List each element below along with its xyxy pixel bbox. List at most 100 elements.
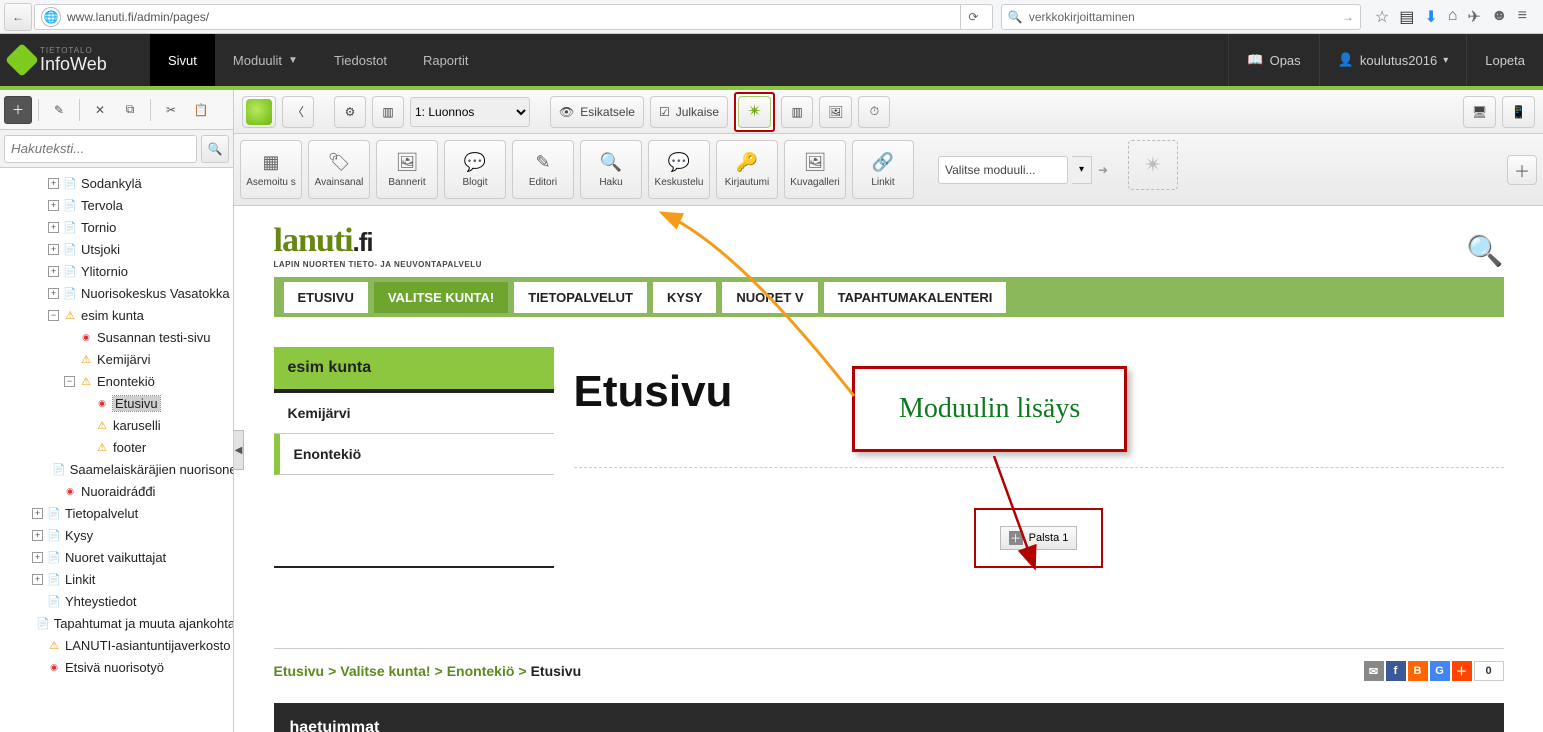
- tree-node[interactable]: Tapahtumat ja muuta ajankohtaista: [0, 612, 233, 634]
- module-button-avainsanal[interactable]: 🏷Avainsanal: [308, 140, 370, 199]
- columns-button[interactable]: ▥: [781, 96, 813, 128]
- nav-item[interactable]: VALITSE KUNTA!: [374, 282, 508, 313]
- side-nav-item[interactable]: Enontekiö: [274, 434, 554, 475]
- menu-raportit[interactable]: Raportit: [405, 34, 487, 86]
- download-icon[interactable]: ⬇: [1424, 7, 1437, 27]
- tree-node[interactable]: +Sodankylä: [0, 172, 233, 194]
- menu-moduulit[interactable]: Moduulit▼: [215, 34, 316, 86]
- module-button-kirjautumi[interactable]: 🔑Kirjautumi: [716, 140, 778, 199]
- tree-node[interactable]: +Ylitornio: [0, 260, 233, 282]
- side-nav-item[interactable]: Kemijärvi: [274, 393, 554, 434]
- cube-button[interactable]: [242, 96, 276, 128]
- share-icon[interactable]: ✈: [1467, 7, 1480, 27]
- module-drop-target[interactable]: ✴: [1128, 140, 1178, 190]
- content-drop-zone[interactable]: ＋ Palsta 1: [574, 467, 1504, 568]
- home-icon[interactable]: ⌂: [1448, 7, 1458, 27]
- user-menu[interactable]: 👤koulutus2016▾: [1319, 34, 1467, 86]
- menu-icon[interactable]: ≡: [1518, 7, 1527, 27]
- edit-button[interactable]: ✎: [45, 96, 73, 124]
- menu-tiedostot[interactable]: Tiedostot: [316, 34, 405, 86]
- nav-item[interactable]: ETUSIVU: [284, 282, 368, 313]
- star-icon[interactable]: ☆: [1375, 7, 1389, 27]
- chat-icon[interactable]: ☻: [1491, 7, 1508, 27]
- tree-expand-icon[interactable]: −: [48, 310, 59, 321]
- palsta-add-button[interactable]: ＋ Palsta 1: [1000, 526, 1078, 550]
- logout-link[interactable]: Lopeta: [1466, 34, 1543, 86]
- module-dropdown-toggle[interactable]: ▾: [1072, 156, 1092, 184]
- nav-item[interactable]: NUORET V: [722, 282, 817, 313]
- tree-node[interactable]: +Kysy: [0, 524, 233, 546]
- nav-item[interactable]: KYSY: [653, 282, 716, 313]
- tree-expand-icon[interactable]: −: [64, 376, 75, 387]
- breadcrumb-item[interactable]: Valitse kunta!: [340, 663, 430, 679]
- tree-expand-icon[interactable]: +: [32, 552, 43, 563]
- tree-search-button[interactable]: 🔍: [201, 135, 229, 163]
- nav-item[interactable]: TAPAHTUMAKALENTERI: [824, 282, 1007, 313]
- facebook-share-icon[interactable]: f: [1386, 661, 1406, 681]
- tree-expand-icon[interactable]: +: [48, 222, 59, 233]
- google-share-icon[interactable]: G: [1430, 661, 1450, 681]
- timer-button[interactable]: ⏱: [858, 96, 890, 128]
- image-place-button[interactable]: 🖼: [819, 96, 852, 128]
- module-button-kuvagalleri[interactable]: 🖼Kuvagalleri: [784, 140, 846, 199]
- module-button-editori[interactable]: ✎Editori: [512, 140, 574, 199]
- tree-node[interactable]: +Tornio: [0, 216, 233, 238]
- go-icon[interactable]: →: [1342, 10, 1354, 24]
- tree-expand-icon[interactable]: +: [32, 574, 43, 585]
- tree-node[interactable]: karuselli: [0, 414, 233, 436]
- version-select[interactable]: 1: Luonnos: [410, 97, 530, 127]
- layout-button[interactable]: ▥: [372, 96, 404, 128]
- tree-search-input[interactable]: [4, 135, 197, 163]
- tree-expand-icon[interactable]: +: [48, 178, 59, 189]
- tree-expand-icon[interactable]: +: [48, 266, 59, 277]
- tree-node[interactable]: Susannan testi-sivu: [0, 326, 233, 348]
- tree-node[interactable]: −Enontekiö: [0, 370, 233, 392]
- page-tree[interactable]: +Sodankylä+Tervola+Tornio+Utsjoki+Ylitor…: [0, 168, 233, 732]
- tree-node[interactable]: Kemijärvi: [0, 348, 233, 370]
- module-button-haku[interactable]: 🔍Haku: [580, 140, 642, 199]
- publish-button[interactable]: ☑Julkaise: [650, 96, 728, 128]
- module-button-blogit[interactable]: 💬Blogit: [444, 140, 506, 199]
- url-bar[interactable]: 🌐 www.lanuti.fi/admin/pages/ ⟳: [34, 4, 993, 30]
- module-button-linkit[interactable]: 🔗Linkit: [852, 140, 914, 199]
- back-panel-button[interactable]: 〈: [282, 96, 314, 128]
- tree-node[interactable]: LANUTI-asiantuntijaverkosto: [0, 634, 233, 656]
- tree-node[interactable]: Etsivä nuorisotyö: [0, 656, 233, 678]
- tree-node[interactable]: footer: [0, 436, 233, 458]
- tree-node[interactable]: Nuoraidráđđi: [0, 480, 233, 502]
- module-button-bannerit[interactable]: 🖼Bannerit: [376, 140, 438, 199]
- reload-icon[interactable]: ⟳: [960, 4, 986, 30]
- tree-node[interactable]: +Tervola: [0, 194, 233, 216]
- tree-node[interactable]: Saamelaiskäräjien nuorisoneuvosto: [0, 458, 233, 480]
- site-search-icon[interactable]: 🔍: [1466, 234, 1503, 269]
- tree-node[interactable]: +Nuoret vaikuttajat: [0, 546, 233, 568]
- tree-node[interactable]: +Tietopalvelut: [0, 502, 233, 524]
- module-dropdown[interactable]: Valitse moduuli... ▾ ➜: [938, 140, 1108, 199]
- tree-expand-icon[interactable]: +: [32, 508, 43, 519]
- back-button[interactable]: ←: [4, 3, 32, 31]
- cut-button[interactable]: ✂: [157, 96, 185, 124]
- nav-item[interactable]: TIETOPALVELUT: [514, 282, 647, 313]
- help-link[interactable]: 📖Opas: [1228, 34, 1318, 86]
- add-module-button[interactable]: ＋: [1507, 155, 1537, 185]
- tree-node[interactable]: +Nuorisokeskus Vasatokka: [0, 282, 233, 304]
- tree-expand-icon[interactable]: +: [32, 530, 43, 541]
- tree-node[interactable]: −esim kunta: [0, 304, 233, 326]
- tree-node[interactable]: +Utsjoki: [0, 238, 233, 260]
- mobile-view-button[interactable]: 📱: [1502, 96, 1535, 128]
- desktop-view-button[interactable]: 🖥: [1463, 96, 1496, 128]
- addthis-share-icon[interactable]: ＋: [1452, 661, 1472, 681]
- tree-expand-icon[interactable]: +: [48, 244, 59, 255]
- module-mode-button[interactable]: ✴: [734, 92, 775, 132]
- library-icon[interactable]: ▤: [1399, 7, 1414, 27]
- mail-share-icon[interactable]: ✉: [1364, 661, 1384, 681]
- sidebar-collapse-handle[interactable]: ◀: [234, 430, 244, 470]
- tree-node[interactable]: Etusivu: [0, 392, 233, 414]
- copy-button[interactable]: ⧉: [116, 96, 144, 124]
- tree-node[interactable]: +Linkit: [0, 568, 233, 590]
- settings-button[interactable]: ⚙: [334, 96, 366, 128]
- module-button-keskustelu[interactable]: 💬Keskustelu: [648, 140, 710, 199]
- tree-expand-icon[interactable]: +: [48, 200, 59, 211]
- menu-sivut[interactable]: Sivut: [150, 34, 215, 86]
- add-page-button[interactable]: ＋: [4, 96, 32, 124]
